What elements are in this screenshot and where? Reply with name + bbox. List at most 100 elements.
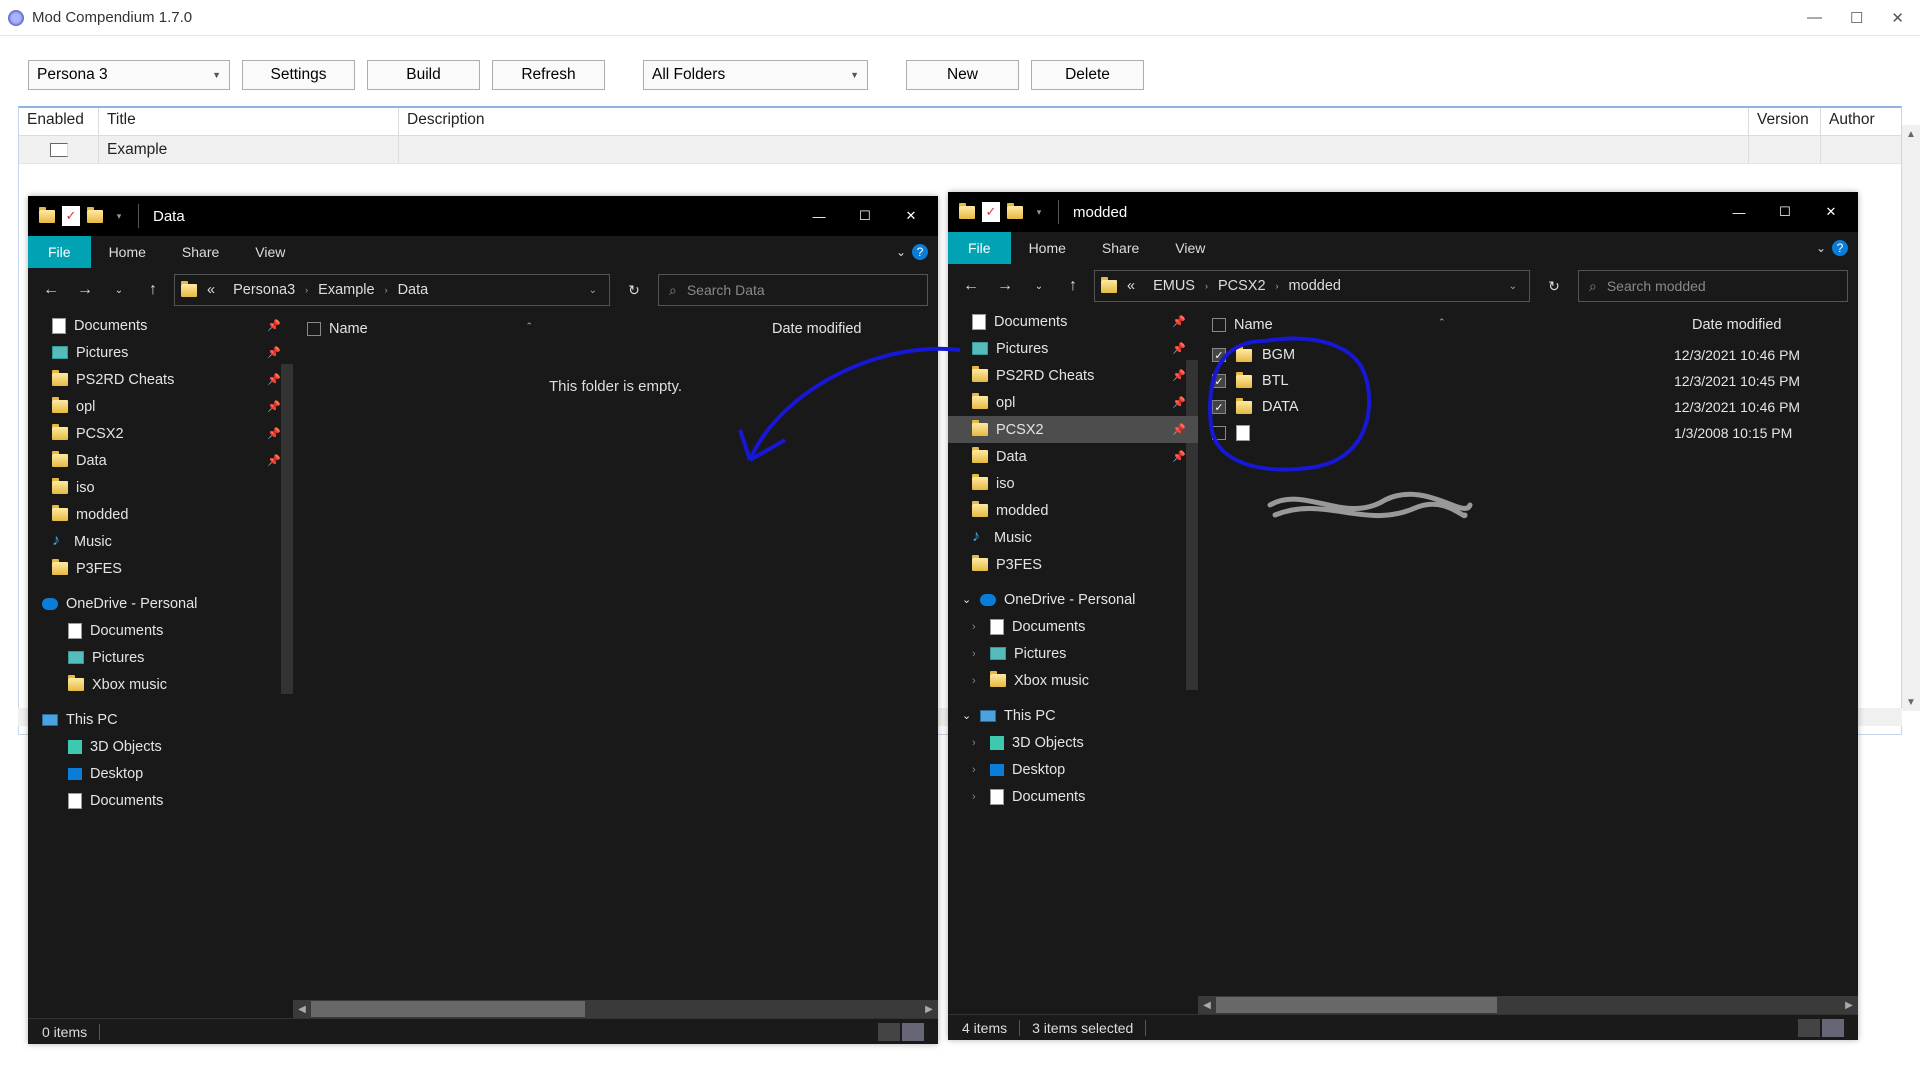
refresh-button[interactable]: ↻ xyxy=(1538,270,1570,302)
qa-dropdown-icon[interactable]: ▾ xyxy=(1030,203,1048,221)
selectall-checkbox[interactable] xyxy=(1212,318,1226,332)
col-description[interactable]: Description xyxy=(399,108,1749,135)
addr-dropdown-icon[interactable]: ⌄ xyxy=(1509,281,1523,292)
file-row[interactable]: ✓DATA12/3/2021 10:46 PM xyxy=(1198,394,1858,420)
crumb[interactable]: Data xyxy=(390,282,437,298)
sidebar-item[interactable]: P3FES xyxy=(948,551,1198,578)
sidebar-onedrive[interactable]: ⌄OneDrive - Personal xyxy=(948,586,1198,613)
content-hscroll[interactable]: ◀▶ xyxy=(1198,996,1858,1014)
up-button[interactable]: ↑ xyxy=(1060,273,1086,299)
qa-dropdown-icon[interactable]: ▾ xyxy=(110,207,128,225)
explorer-titlebar[interactable]: ✓ ▾ modded — ☐ ✕ xyxy=(948,192,1858,232)
build-button[interactable]: Build xyxy=(367,60,480,90)
crumb[interactable]: Example xyxy=(310,282,382,298)
file-tab[interactable]: File xyxy=(948,232,1011,264)
home-tab[interactable]: Home xyxy=(1011,232,1084,264)
sidebar-item[interactable]: Documents📌 xyxy=(948,308,1198,335)
new-button[interactable]: New xyxy=(906,60,1019,90)
addr-dropdown-icon[interactable]: ⌄ xyxy=(589,285,603,296)
folder-dropdown[interactable]: All Folders ▼ xyxy=(643,60,868,90)
view-toggle[interactable] xyxy=(878,1023,924,1041)
help-icon[interactable]: ? xyxy=(912,244,928,260)
forward-button[interactable]: → xyxy=(992,273,1018,299)
sidebar-item[interactable]: Desktop xyxy=(28,760,293,787)
search-input[interactable]: ⌕ Search modded xyxy=(1578,270,1848,302)
file-tab[interactable]: File xyxy=(28,236,91,268)
help-icon[interactable]: ? xyxy=(1832,240,1848,256)
sidebar-item[interactable]: 3D Objects xyxy=(28,733,293,760)
sidebar-item[interactable]: PCSX2📌 xyxy=(948,416,1198,443)
grid-row[interactable]: Example xyxy=(19,136,1901,164)
sidebar[interactable]: Documents📌Pictures📌PS2RD Cheats📌opl📌PCSX… xyxy=(948,308,1198,1014)
close-button[interactable]: ✕ xyxy=(888,196,934,236)
sidebar-item[interactable]: opl📌 xyxy=(28,393,293,420)
file-row[interactable]: 1/3/2008 10:15 PM xyxy=(1198,420,1858,446)
content-hscroll[interactable]: ◀▶ xyxy=(293,1000,938,1018)
sidebar-thispc[interactable]: ⌄This PC xyxy=(948,702,1198,729)
sidebar-item[interactable]: Pictures xyxy=(28,644,293,671)
minimize-button[interactable]: — xyxy=(796,196,842,236)
col-date[interactable]: Date modified xyxy=(1678,317,1858,333)
enabled-checkbox[interactable] xyxy=(50,143,68,157)
sidebar-item[interactable]: Xbox music xyxy=(28,671,293,698)
col-title[interactable]: Title xyxy=(99,108,399,135)
sidebar-item[interactable]: Documents xyxy=(28,617,293,644)
sidebar-item[interactable]: P3FES xyxy=(28,555,293,582)
crumb[interactable]: modded xyxy=(1281,278,1349,294)
sidebar-item[interactable]: modded xyxy=(28,501,293,528)
col-enabled[interactable]: Enabled xyxy=(19,108,99,135)
sidebar-item[interactable]: ›3D Objects xyxy=(948,729,1198,756)
sidebar[interactable]: Documents📌Pictures📌PS2RD Cheats📌opl📌PCSX… xyxy=(28,312,293,1018)
recent-dropdown[interactable]: ⌄ xyxy=(1026,273,1052,299)
back-button[interactable]: ← xyxy=(38,277,64,303)
col-name[interactable]: Name xyxy=(1234,317,1273,333)
scroll-down-icon[interactable]: ▼ xyxy=(1902,693,1920,711)
maximize-button[interactable]: ☐ xyxy=(842,196,888,236)
sidebar-item[interactable]: ›Pictures xyxy=(948,640,1198,667)
back-button[interactable]: ← xyxy=(958,273,984,299)
ribbon-chevron-icon[interactable]: ⌄ xyxy=(896,245,906,259)
delete-button[interactable]: Delete xyxy=(1031,60,1144,90)
recent-dropdown[interactable]: ⌄ xyxy=(106,277,132,303)
home-tab[interactable]: Home xyxy=(91,236,164,268)
content-pane[interactable]: ⌃ Name Date modified This folder is empt… xyxy=(293,312,938,1018)
sidebar-item[interactable]: ›Documents xyxy=(948,613,1198,640)
minimize-button[interactable]: — xyxy=(1716,192,1762,232)
refresh-button[interactable]: ↻ xyxy=(618,274,650,306)
sidebar-item[interactable]: Data📌 xyxy=(948,443,1198,470)
sidebar-thispc[interactable]: This PC xyxy=(28,706,293,733)
sidebar-item[interactable]: PCSX2📌 xyxy=(28,420,293,447)
share-tab[interactable]: Share xyxy=(164,236,237,268)
file-checkbox[interactable] xyxy=(1212,426,1226,440)
close-button[interactable]: ✕ xyxy=(1808,192,1854,232)
refresh-button[interactable]: Refresh xyxy=(492,60,605,90)
app-vscroll[interactable]: ▲ ▼ xyxy=(1902,125,1920,711)
up-button[interactable]: ↑ xyxy=(140,277,166,303)
crumb[interactable]: EMUS xyxy=(1145,278,1203,294)
file-checkbox[interactable]: ✓ xyxy=(1212,348,1226,362)
col-author[interactable]: Author xyxy=(1821,108,1901,135)
col-date[interactable]: Date modified xyxy=(758,321,938,337)
content-pane[interactable]: ⌃ Name Date modified ✓BGM12/3/2021 10:46… xyxy=(1198,308,1858,1014)
game-dropdown[interactable]: Persona 3 ▼ xyxy=(28,60,230,90)
maximize-button[interactable]: ☐ xyxy=(1762,192,1808,232)
sidebar-item[interactable]: Data📌 xyxy=(28,447,293,474)
sidebar-item[interactable]: ›Xbox music xyxy=(948,667,1198,694)
crumb[interactable]: PCSX2 xyxy=(1210,278,1274,294)
sidebar-item[interactable]: Documents xyxy=(28,787,293,814)
file-row[interactable]: ✓BTL12/3/2021 10:45 PM xyxy=(1198,368,1858,394)
crumb[interactable]: Persona3 xyxy=(225,282,303,298)
file-checkbox[interactable]: ✓ xyxy=(1212,374,1226,388)
sidebar-item[interactable]: Documents📌 xyxy=(28,312,293,339)
minimize-button[interactable]: — xyxy=(1807,9,1822,27)
maximize-button[interactable]: ☐ xyxy=(1850,9,1863,27)
sidebar-item[interactable]: ›Desktop xyxy=(948,756,1198,783)
sidebar-item[interactable]: iso xyxy=(948,470,1198,497)
ribbon-chevron-icon[interactable]: ⌄ xyxy=(1816,241,1826,255)
col-name[interactable]: Name xyxy=(329,321,368,337)
close-button[interactable]: ✕ xyxy=(1891,9,1904,27)
sidebar-item[interactable]: opl📌 xyxy=(948,389,1198,416)
share-tab[interactable]: Share xyxy=(1084,232,1157,264)
sidebar-item[interactable]: Pictures📌 xyxy=(28,339,293,366)
file-row[interactable]: ✓BGM12/3/2021 10:46 PM xyxy=(1198,342,1858,368)
